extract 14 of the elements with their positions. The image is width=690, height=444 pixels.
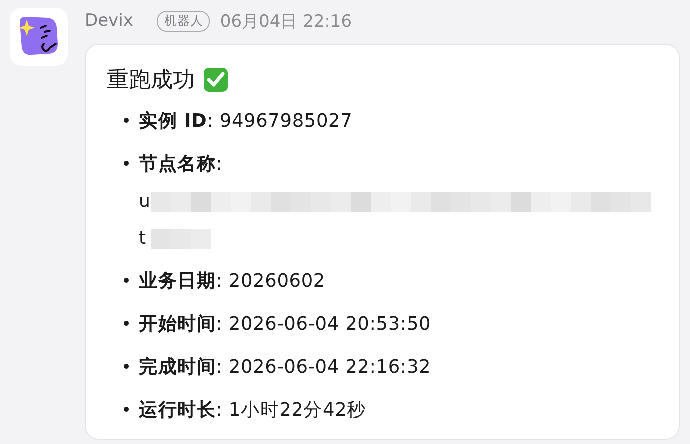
check-icon [203,67,229,93]
detail-line: 开始时间: 2026-06-04 20:53:50 [139,313,432,337]
detail-label: 节点名称: [139,153,224,177]
redacted-text: t [139,227,148,251]
sender-name: Devix [85,11,134,31]
pixelation-drawing [151,228,211,248]
detail-line: 运行时长: 1小时22分42秒 [139,399,366,423]
detail-line: 业务日期: 20260602 [139,270,326,294]
bot-badge: 机器人 [157,10,210,32]
message-time: 06月04日 22:16 [220,10,352,32]
detail-line: 实例 ID: 94967985027 [139,110,353,134]
detail-line: 完成时间: 2026-06-04 22:16:32 [139,356,432,380]
redacted-text: u [139,190,151,214]
message-title: 重跑成功 [107,67,195,95]
